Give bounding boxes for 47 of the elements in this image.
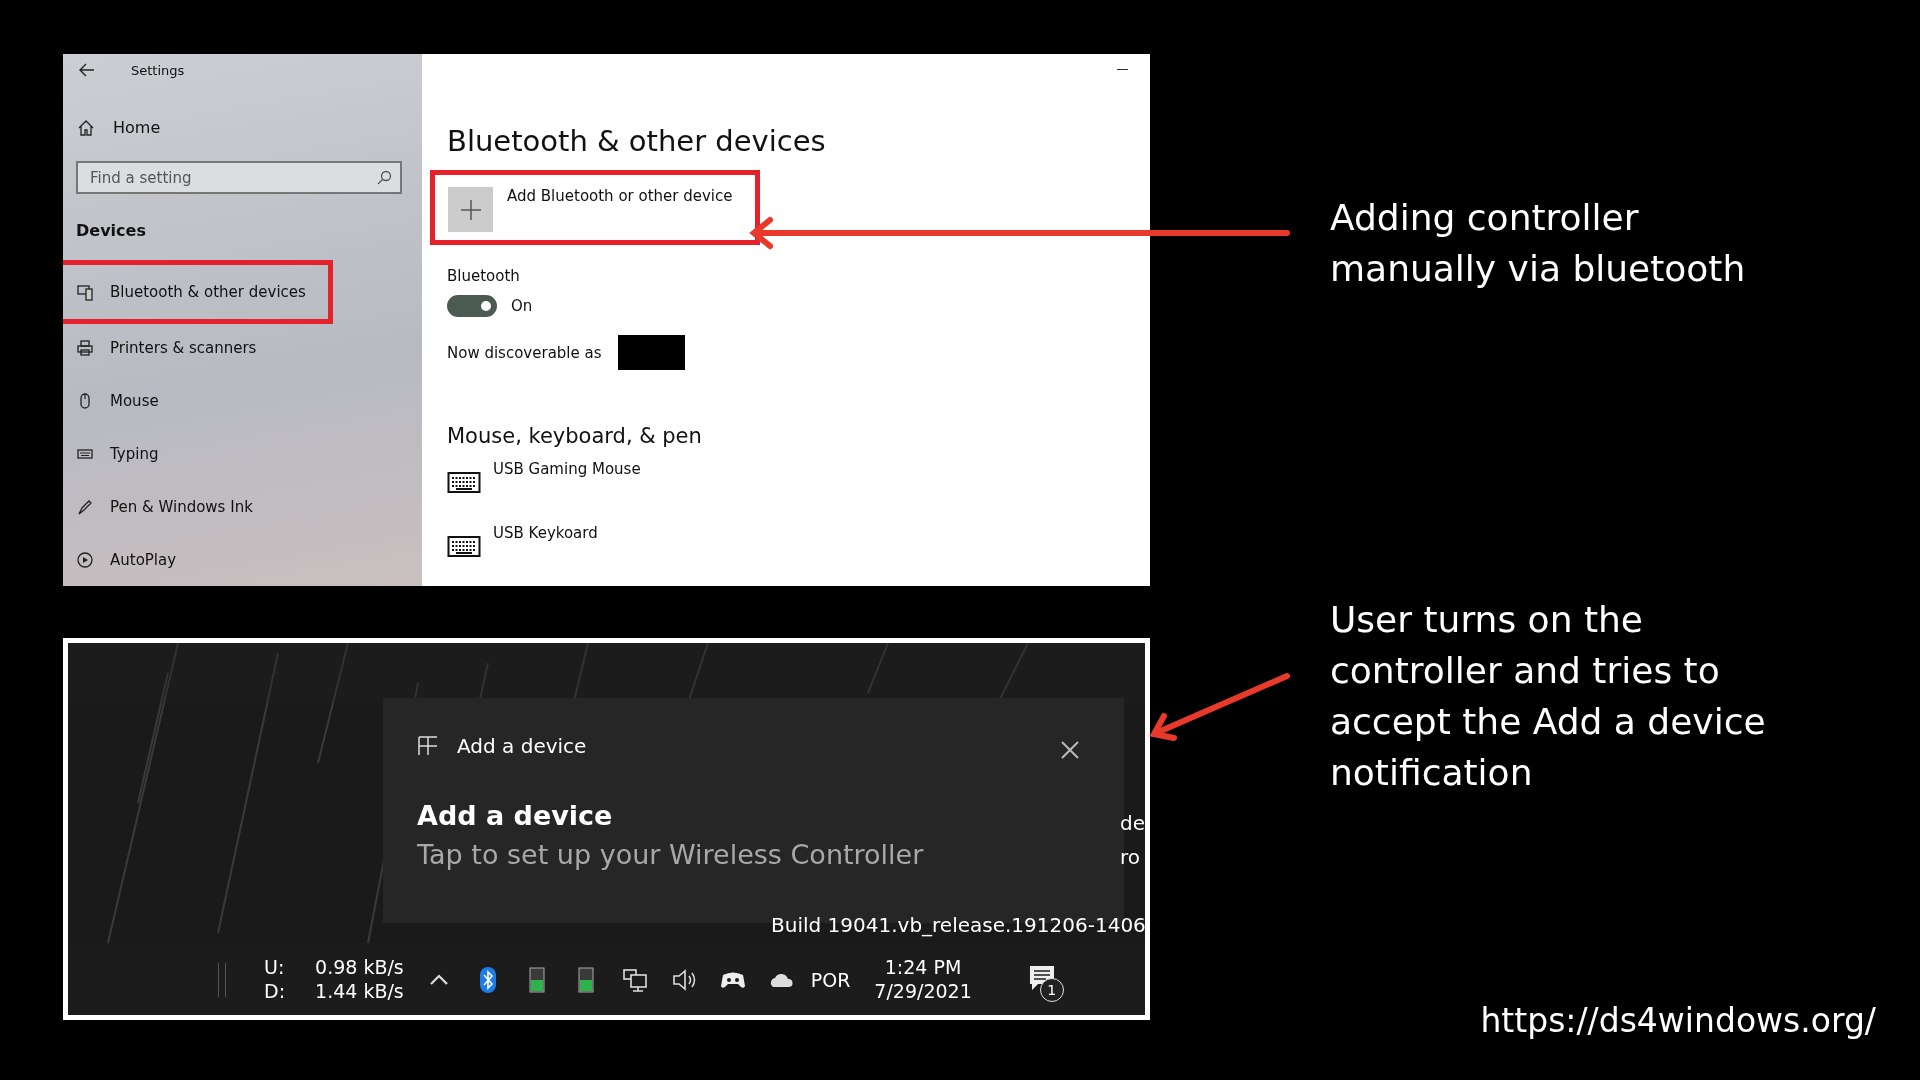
download-rate: 1.44 kB/s xyxy=(315,980,404,1004)
nav-item[interactable]: Mouse xyxy=(63,374,179,427)
keyboard-icon xyxy=(447,470,481,494)
page-title: Bluetooth & other devices xyxy=(447,124,826,158)
back-arrow-icon[interactable] xyxy=(79,63,95,77)
device-name: USB Keykoard xyxy=(493,524,598,542)
home-icon xyxy=(77,118,95,137)
annotation-text: User turns on the controller and tries to accept the Add a device notification xyxy=(1330,598,1767,795)
download-label: D: xyxy=(264,980,286,1004)
network-icon[interactable] xyxy=(621,967,648,993)
nav-item[interactable]: AutoPlay xyxy=(63,533,197,586)
taskbar-grip xyxy=(218,963,226,997)
devices-icon xyxy=(76,283,94,302)
printer-icon xyxy=(76,338,94,357)
setting-label: Bluetooth xyxy=(447,267,520,285)
upload-label: U: xyxy=(264,956,286,980)
device-name: USB Gaming Mouse xyxy=(493,460,641,478)
redaction-block xyxy=(617,335,685,370)
toggle-state: On xyxy=(511,297,533,315)
notification-message: Tap to set up your Wireless Controller xyxy=(417,839,924,870)
notification-count: 1 xyxy=(1039,978,1064,1002)
keyboard-icon xyxy=(447,534,481,558)
nav-item[interactable]: Pen & Windows Ink xyxy=(63,480,273,533)
notification-title: Add a device xyxy=(417,800,613,831)
nav-item[interactable]: Bluetooth & other devices xyxy=(63,265,326,319)
play-icon xyxy=(76,550,94,569)
window-title: Settings xyxy=(131,62,185,78)
website-url: https://ds4windows.org/ xyxy=(1480,1001,1876,1040)
language-indicator[interactable]: POR xyxy=(810,969,851,991)
upload-rate: 0.98 kB/s xyxy=(315,956,404,980)
nav-item[interactable]: Printers & scanners xyxy=(63,321,277,374)
speaker-icon[interactable] xyxy=(670,967,697,993)
search-field[interactable]: Find a setting xyxy=(76,161,402,195)
add-device-button[interactable]: Add Bluetooth or other device xyxy=(448,187,733,232)
plus-icon xyxy=(448,187,493,232)
annotation-text: Adding controller manually via bluetooth xyxy=(1330,196,1747,291)
home-link[interactable]: Home xyxy=(77,118,161,138)
section-heading: Devices xyxy=(76,221,146,241)
section-heading: Mouse, keyboard, & pen xyxy=(447,424,702,448)
devices-icon xyxy=(417,735,439,757)
clock[interactable]: 1:24 PM 7/29/2021 xyxy=(874,956,972,1004)
notification-app-title: Add a device xyxy=(457,734,587,758)
close-icon[interactable] xyxy=(1060,740,1080,760)
search-icon xyxy=(376,169,392,186)
toggle-switch[interactable] xyxy=(447,295,497,317)
nav-item[interactable]: Typing xyxy=(63,427,179,480)
setting-label: Now discoverable as xyxy=(447,343,602,362)
